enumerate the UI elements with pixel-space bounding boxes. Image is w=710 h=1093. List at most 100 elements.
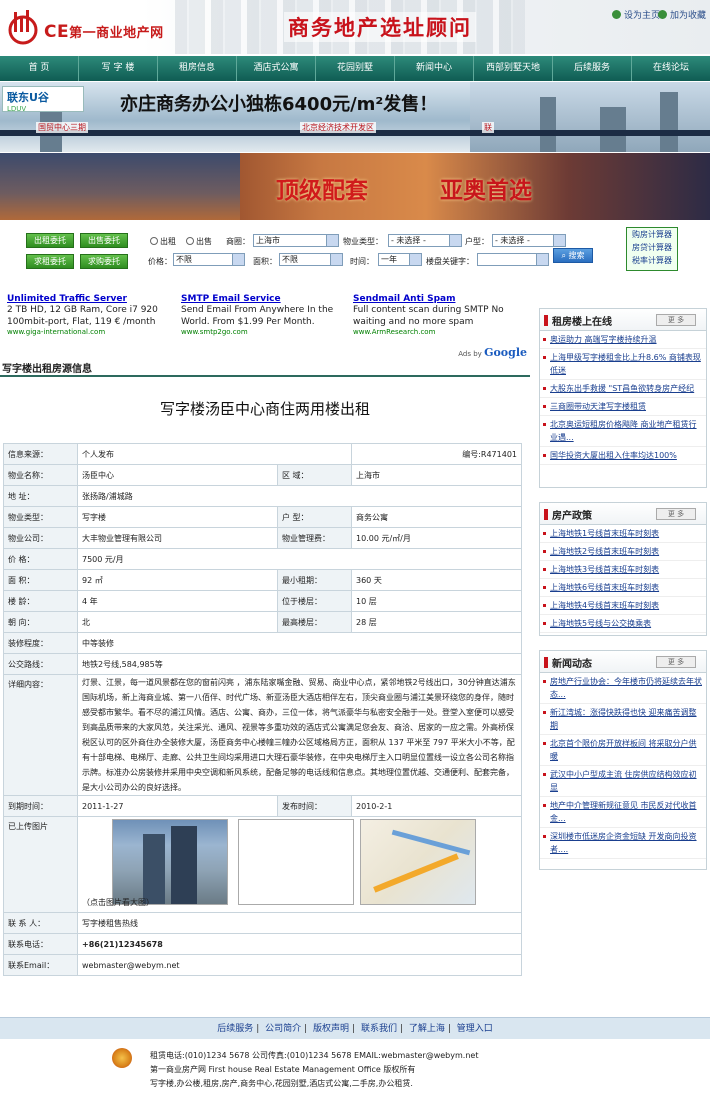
more-button[interactable]: 更 多 — [656, 508, 696, 520]
table-row: 联系电话： +86(21)12345678 — [3, 933, 522, 955]
tower-shape — [660, 92, 678, 152]
sidebar-item[interactable]: 新江湾城：涨得快跌得也快 迎来痛苦调整期 — [540, 704, 706, 735]
ads-by-google[interactable]: Ads by Google — [458, 346, 527, 359]
footer-link-copyright[interactable]: 版权声明 — [313, 1024, 349, 1034]
field-value: 28 层 — [351, 611, 522, 633]
ad-title[interactable]: Unlimited Traffic Server — [7, 294, 167, 304]
bullet-icon — [544, 657, 548, 668]
sell-out-button[interactable]: 出售委托 — [80, 233, 128, 248]
field-label: 物业类型： — [3, 506, 78, 528]
photo-floorplan[interactable] — [238, 819, 354, 905]
ad-title[interactable]: SMTP Email Service — [181, 294, 341, 304]
detail-text: 灯景、江景，每一道风景都在您的窗前闪亮 ，浦东陆家嘴金融、贸易、商业中心点，紧邻… — [77, 674, 522, 796]
footer-link-contact[interactable]: 联系我们 — [361, 1024, 397, 1034]
sidebar-item[interactable]: 上海地铁4号线首末班车时刻表 — [540, 597, 706, 615]
footer-link-admin[interactable]: 管理入口 — [457, 1024, 493, 1034]
banner-ad-2[interactable]: 顶级配套 亚奥首选 — [0, 153, 710, 220]
banner-2-text-1: 顶级配套 — [276, 178, 368, 204]
sidebar-item[interactable]: 北京奥运短租房价格飚降 商业地产租赁行业遇... — [540, 416, 706, 447]
time-select[interactable]: 一年 — [378, 253, 422, 266]
email-link[interactable]: webmaster@webym.net — [77, 954, 522, 976]
field-label: 区 域： — [277, 464, 352, 486]
field-value: 2010-2-1 — [351, 795, 522, 817]
sidebar-item[interactable]: 上海地铁2号线首末班车时刻表 — [540, 543, 706, 561]
time-label: 时间： — [350, 257, 374, 266]
footer-link-service[interactable]: 后续服务 — [217, 1024, 253, 1034]
more-button[interactable]: 更 多 — [656, 656, 696, 668]
footer-info: 租赁电话:(010)1234 5678 公司传真:(010)1234 5678 … — [150, 1049, 478, 1091]
keyword-input[interactable] — [477, 253, 549, 266]
main-nav: 首 页 写 字 楼 租房信息 酒店式公寓 花园别墅 新闻中心 西部别墅天地 后续… — [0, 56, 710, 81]
sidebar-item[interactable]: 上海地铁6号线首末班车时刻表 — [540, 579, 706, 597]
banner-2-text-2: 亚奥首选 — [440, 178, 532, 204]
sidebar-item[interactable]: 房地产行业协会：今年楼市仍将延续去年状态... — [540, 673, 706, 704]
nav-west-villa[interactable]: 西部别墅天地 — [474, 56, 553, 81]
seek-rent-button[interactable]: 求租委托 — [26, 254, 74, 269]
nav-office[interactable]: 写 字 楼 — [79, 56, 158, 81]
sidebar-item[interactable]: 地产中介管理新规征意见 市民反对代收首金... — [540, 797, 706, 828]
property-type-select[interactable]: - 未选择 - — [388, 234, 462, 247]
nav-service[interactable]: 后续服务 — [553, 56, 632, 81]
calc-purchase-link[interactable]: 购房计算器 — [627, 228, 677, 241]
radio-rent[interactable]: 出租 — [150, 236, 176, 247]
ad-item[interactable]: SMTP Email Service Send Email From Anywh… — [181, 294, 341, 336]
banner-ad-1[interactable]: 联东U谷 LDUV 亦庄商务办公小独栋6400元/m²发售！ 国贸中心三期 北京经… — [0, 82, 710, 152]
sidebar-item[interactable]: 上海地铁1号线首末班车时刻表 — [540, 525, 706, 543]
sidebar-item[interactable]: 上海甲级写字楼租金比上升8.6% 商铺表现低迷 — [540, 349, 706, 380]
nav-apartment[interactable]: 酒店式公寓 — [237, 56, 316, 81]
sidebar-item[interactable]: 深圳楼市低迷房企资金短缺 开发商向投资者.... — [540, 828, 706, 859]
nav-forum[interactable]: 在线论坛 — [632, 56, 710, 81]
field-label: 物业名称： — [3, 464, 78, 486]
footer-link-about[interactable]: 公司简介 — [265, 1024, 301, 1034]
map-river — [391, 829, 471, 856]
field-value: 10.00 元/㎡/月 — [351, 527, 522, 549]
price-label: 价格： — [148, 257, 172, 266]
district-select[interactable]: 上海市 — [253, 234, 339, 247]
sidebar-item[interactable]: 三商圈带动天津写字楼租赁 — [540, 398, 706, 416]
add-fav-link[interactable]: 加为收藏 — [658, 8, 706, 21]
photo-building[interactable] — [112, 819, 228, 905]
table-row: 面 积： 92 ㎡ 最小租期： 360 天 — [3, 569, 522, 591]
footer-link-shanghai[interactable]: 了解上海 — [409, 1024, 445, 1034]
rent-out-button[interactable]: 出租委托 — [26, 233, 74, 248]
field-value: 360 天 — [351, 569, 522, 591]
nav-news[interactable]: 新闻中心 — [395, 56, 474, 81]
radio-sell[interactable]: 出售 — [186, 236, 212, 247]
sidebar-item[interactable]: 北京首个限价房开放样板间 将采取分户供暖 — [540, 735, 706, 766]
photo-map[interactable] — [360, 819, 476, 905]
sidebar-item[interactable]: 国华投资大厦出租入住率均达100% — [540, 447, 706, 465]
sidebar-item[interactable]: 上海地铁5号线与公交换乘表 — [540, 615, 706, 633]
ad-title[interactable]: Sendmail Anti Spam — [353, 294, 513, 304]
nav-home[interactable]: 首 页 — [0, 56, 79, 81]
ad-url[interactable]: www.giga-international.com — [7, 328, 167, 336]
seek-buy-button[interactable]: 求购委托 — [80, 254, 128, 269]
ad-url[interactable]: www.ArmResearch.com — [353, 328, 513, 336]
area-select[interactable]: 不限 — [279, 253, 343, 266]
field-value: 汤臣中心 — [77, 464, 278, 486]
sidebar-item[interactable]: 奥运助力 高端写字楼持续升温 — [540, 331, 706, 349]
ad-url[interactable]: www.smtp2go.com — [181, 328, 341, 336]
keyword-label: 楼盘关键字： — [426, 257, 474, 266]
sidebar-item[interactable]: 上海地铁3号线首末班车时刻表 — [540, 561, 706, 579]
calc-loan-link[interactable]: 房贷计算器 — [627, 241, 677, 254]
search-button[interactable]: ⌕ 搜索 — [553, 248, 593, 263]
banner-1-right-tag: 联 — [482, 122, 494, 133]
sidebar-item[interactable]: 武汉中小户型成主流 住房供应结构效应初显 — [540, 766, 706, 797]
ad-item[interactable]: Sendmail Anti Spam Full content scan dur… — [353, 294, 513, 336]
layout-select[interactable]: - 未选择 - — [492, 234, 566, 247]
price-select[interactable]: 不限 — [173, 253, 245, 266]
bullet-icon — [544, 509, 548, 520]
photo-gallery: （点击图片看大图） — [78, 817, 521, 912]
set-home-link[interactable]: 设为主页 — [612, 8, 660, 21]
ad-item[interactable]: Unlimited Traffic Server 2 TB HD, 12 GB … — [7, 294, 167, 336]
sidebar-item[interactable]: 大股东出手救援 "ST昌鱼欲转身房产经纪 — [540, 380, 706, 398]
nav-villa[interactable]: 花园别墅 — [316, 56, 395, 81]
field-label: 物业公司： — [3, 527, 78, 549]
field-label: 物业管理费： — [277, 527, 352, 549]
more-button[interactable]: 更 多 — [656, 314, 696, 326]
field-value: 10 层 — [351, 590, 522, 612]
site-logo[interactable] — [4, 8, 42, 46]
field-label: 价 格： — [3, 548, 78, 570]
nav-rent[interactable]: 租房信息 — [158, 56, 237, 81]
calc-tax-link[interactable]: 税率计算器 — [627, 254, 677, 267]
